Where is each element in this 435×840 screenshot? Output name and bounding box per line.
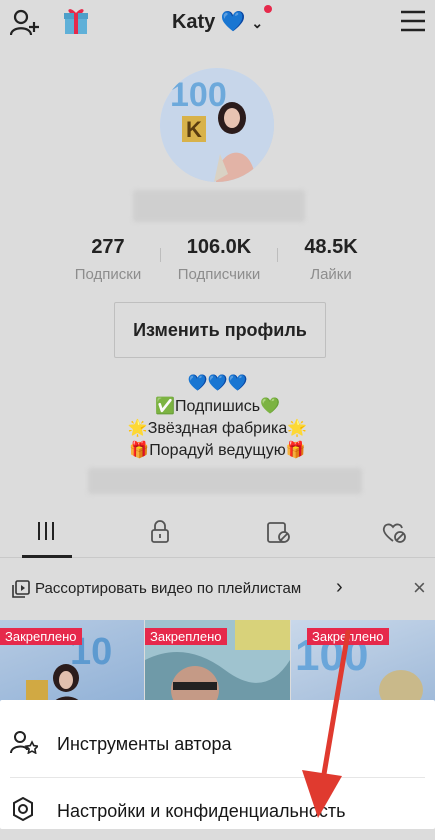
svg-text:100: 100 (170, 76, 227, 114)
avatar[interactable]: 100 K (160, 68, 274, 182)
followers-count[interactable]: 106.0K (169, 236, 269, 259)
bio-line: 💙💙💙 (187, 375, 248, 392)
bottom-sheet: Инструменты автора Настройки и конфиденц… (0, 700, 435, 829)
bio-line: ✅Подпишись💚 (155, 398, 280, 415)
playlist-banner[interactable]: Рассортировать видео по плейлистам › × (0, 562, 435, 614)
likes-label: Лайки (310, 266, 352, 283)
likes-count[interactable]: 48.5K (281, 236, 381, 259)
followers-label: Подписчики (177, 266, 261, 283)
blurred-nickname (133, 190, 305, 222)
stat-divider (160, 248, 161, 262)
tag-icon[interactable] (266, 521, 292, 545)
profile-username[interactable]: Katy 💙 ⌄ (0, 9, 435, 34)
creator-tools-item[interactable]: Инструменты автора (0, 716, 435, 774)
red-arrow-annotation (290, 629, 360, 825)
hamburger-icon[interactable] (400, 10, 426, 32)
edit-profile-button[interactable]: Изменить профиль (114, 302, 326, 358)
bio-line: 🎁Порадуй ведущую🎁 (129, 442, 306, 459)
lock-icon[interactable] (150, 520, 170, 544)
notification-dot (264, 5, 272, 13)
blurred-bio-link (88, 468, 362, 494)
liked-icon[interactable] (382, 521, 408, 545)
creator-tools-icon (10, 730, 38, 754)
playlist-banner-text: Рассортировать видео по плейлистам (35, 580, 302, 597)
menu-divider (10, 777, 425, 778)
creator-tools-label: Инструменты автора (57, 734, 232, 754)
video-thumbnail[interactable]: 10 Закреплено (0, 620, 144, 710)
top-bar: Katy 💙 ⌄ (0, 0, 435, 44)
bio-line: 🌟Звёздная фабрика🌟 (127, 420, 308, 437)
stat-divider (277, 248, 278, 262)
video-thumbnail[interactable]: Закреплено (145, 620, 290, 710)
playlist-icon (12, 580, 30, 598)
following-label: Подписки (74, 266, 142, 283)
settings-privacy-item[interactable]: Настройки и конфиденциальность (0, 782, 435, 840)
pinned-badge: Закреплено (0, 628, 82, 645)
video-grid: 10 Закреплено Закреплено 100 Закреплено (0, 620, 435, 710)
svg-text:K: K (186, 117, 202, 142)
pinned-badge: Закреплено (145, 628, 227, 645)
following-count[interactable]: 277 (58, 236, 158, 259)
active-tab-indicator (22, 555, 72, 558)
chevron-right-icon: › (336, 576, 343, 598)
heart-emoji: 💙 (220, 11, 246, 33)
close-icon[interactable]: × (413, 575, 426, 601)
grid-icon[interactable] (36, 521, 56, 541)
chevron-down-icon: ⌄ (251, 15, 264, 31)
settings-gear-icon (10, 797, 36, 823)
username-text: Katy (171, 11, 216, 33)
